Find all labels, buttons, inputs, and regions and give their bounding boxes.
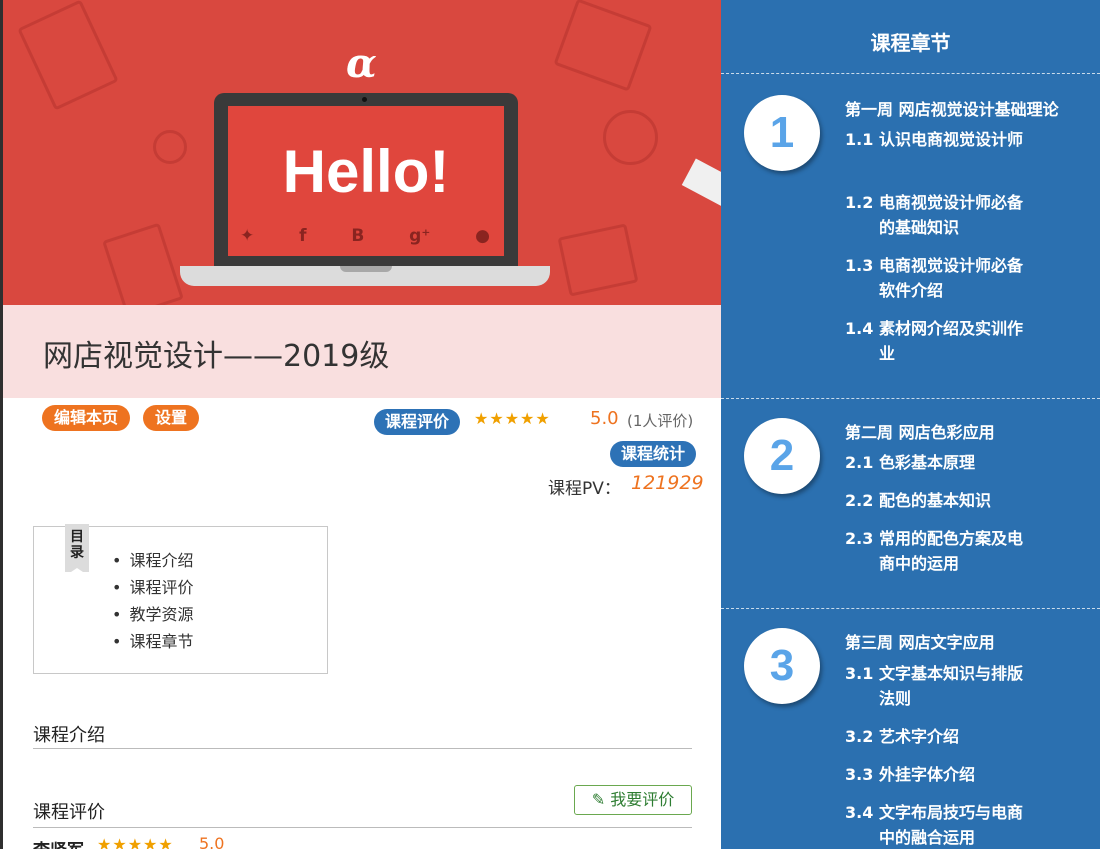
- course-stats-badge[interactable]: 课程统计: [610, 441, 697, 467]
- pv-label: 课程PV：: [548, 479, 621, 499]
- lesson-item[interactable]: 1.2 电商视觉设计师必备的基础知识: [845, 190, 1085, 240]
- lesson-number: 2.1: [845, 453, 874, 472]
- blogger-icon: B: [351, 226, 365, 246]
- twitter-icon: ✦: [240, 226, 255, 246]
- toc-item-reviews[interactable]: 课程评价: [112, 574, 193, 601]
- banner-decoration: [17, 0, 119, 111]
- banner-decoration: [153, 130, 187, 164]
- pv-value: 121929: [631, 472, 704, 494]
- reviewer-stars: ★★★★★: [97, 835, 174, 849]
- lesson-item[interactable]: 3.3 外挂字体介绍: [845, 762, 1085, 787]
- lesson-item[interactable]: 1.3 电商视觉设计师必备软件介绍: [845, 253, 1085, 303]
- reviewer-name: 李贤军: [33, 836, 84, 849]
- reviewer-score: 5.0: [199, 834, 225, 849]
- lesson-title: 文字布局技巧与电商中的融合运用: [879, 803, 1024, 847]
- toc-item-resources[interactable]: 教学资源: [112, 601, 193, 628]
- lesson-title: 常用的配色方案及电商中的运用: [879, 529, 1024, 573]
- github-icon: ●: [475, 226, 490, 246]
- lesson-title: 文字基本知识与排版法则: [879, 664, 1024, 708]
- course-title-bar: 网店视觉设计——2019级: [3, 305, 721, 398]
- lesson-number: 2.2: [845, 491, 874, 510]
- toc-item-chapters[interactable]: 课程章节: [112, 628, 193, 655]
- lesson-number: 1.4: [845, 319, 874, 338]
- lesson-title: 电商视觉设计师必备的基础知识: [879, 193, 1024, 237]
- lesson-title: 色彩基本原理: [879, 453, 976, 472]
- week-number-badge: 2: [744, 418, 820, 494]
- toc-label: 目录: [70, 529, 84, 561]
- lesson-number: 2.3: [845, 529, 874, 548]
- lesson-number: 1.3: [845, 256, 874, 275]
- review-heading: 课程评价: [33, 802, 105, 823]
- banner-decoration: [557, 223, 639, 297]
- course-main: α Hello! ✦ f B g⁺ ● 网店视觉设计——2019级 编辑本页 设…: [0, 0, 721, 849]
- lesson-number: 3.1: [845, 664, 874, 683]
- page-title: 网店视觉设计——2019级: [43, 339, 390, 374]
- lesson-item[interactable]: 3.4 文字布局技巧与电商中的融合运用: [845, 800, 1085, 849]
- table-of-contents: 目录 课程介绍 课程评价 教学资源 课程章节: [33, 524, 328, 674]
- lesson-item[interactable]: 3.1 文字基本知识与排版法则: [845, 661, 1085, 711]
- laptop-notch: [340, 266, 392, 272]
- week-title[interactable]: 第二周 网店色彩应用: [845, 419, 995, 443]
- lesson-number: 1.1: [845, 130, 874, 149]
- divider: [33, 827, 692, 828]
- toc-item-intro[interactable]: 课程介绍: [112, 547, 193, 574]
- divider: [33, 748, 692, 749]
- banner-decoration: [553, 0, 653, 92]
- lesson-title: 素材网介绍及实训作业: [879, 319, 1024, 363]
- lesson-number: 1.2: [845, 193, 874, 212]
- lesson-item[interactable]: 2.2 配色的基本知识: [845, 488, 1085, 513]
- ribbon-badge: [681, 158, 721, 208]
- lesson-item[interactable]: 2.3 常用的配色方案及电商中的运用: [845, 526, 1085, 576]
- edit-page-button[interactable]: 编辑本页: [42, 405, 131, 431]
- lesson-number: 3.2: [845, 727, 874, 746]
- google-plus-icon: g⁺: [409, 226, 431, 246]
- lesson-item[interactable]: 1.1 认识电商视觉设计师: [845, 127, 1085, 152]
- banner-decoration: [603, 110, 658, 165]
- lesson-title: 电商视觉设计师必备软件介绍: [879, 256, 1024, 300]
- lesson-title: 认识电商视觉设计师: [879, 130, 1024, 149]
- week-title[interactable]: 第三周 网店文字应用: [845, 629, 995, 653]
- write-review-button[interactable]: ✎ 我要评价: [574, 785, 692, 815]
- chapter-panel: 课程章节 1 第一周 网店视觉设计基础理论 1.1 认识电商视觉设计师 1.2 电商…: [721, 0, 1100, 849]
- rating-score: 5.0: [590, 408, 619, 429]
- lesson-number: 3.3: [845, 765, 874, 784]
- divider: [721, 398, 1100, 399]
- rating-stars: ★★★★★: [474, 409, 551, 428]
- week-number-badge: 3: [744, 628, 820, 704]
- lesson-item[interactable]: 3.2 艺术字介绍: [845, 724, 1085, 749]
- lesson-item[interactable]: 1.4 素材网介绍及实训作业: [845, 316, 1085, 366]
- lesson-title: 外挂字体介绍: [879, 765, 976, 784]
- bookmark-notch: [65, 568, 89, 576]
- intro-heading: 课程介绍: [33, 725, 105, 746]
- write-review-label: 我要评价: [610, 790, 675, 809]
- toc-list: 课程介绍 课程评价 教学资源 课程章节: [112, 547, 193, 655]
- hello-text: Hello!: [282, 138, 450, 205]
- course-rating-badge[interactable]: 课程评价: [374, 409, 461, 435]
- week-number-badge: 1: [744, 95, 820, 171]
- settings-button[interactable]: 设置: [143, 405, 200, 431]
- laptop-camera: [362, 97, 367, 102]
- facebook-icon: f: [299, 226, 307, 246]
- social-icon-row: ✦ f B g⁺ ●: [240, 226, 490, 246]
- lesson-number: 3.4: [845, 803, 874, 822]
- divider: [721, 608, 1100, 609]
- pencil-icon: ✎: [591, 790, 606, 809]
- week-title[interactable]: 第一周 网店视觉设计基础理论: [845, 96, 1059, 120]
- rating-count: (1人评价): [627, 412, 694, 430]
- alpha-logo: α: [346, 40, 377, 87]
- divider: [721, 73, 1100, 74]
- lesson-item[interactable]: 2.1 色彩基本原理: [845, 450, 1085, 475]
- lesson-title: 艺术字介绍: [879, 727, 960, 746]
- lesson-title: 配色的基本知识: [879, 491, 992, 510]
- chapter-panel-title: 课程章节: [870, 31, 951, 55]
- banner-decoration: [102, 222, 184, 318]
